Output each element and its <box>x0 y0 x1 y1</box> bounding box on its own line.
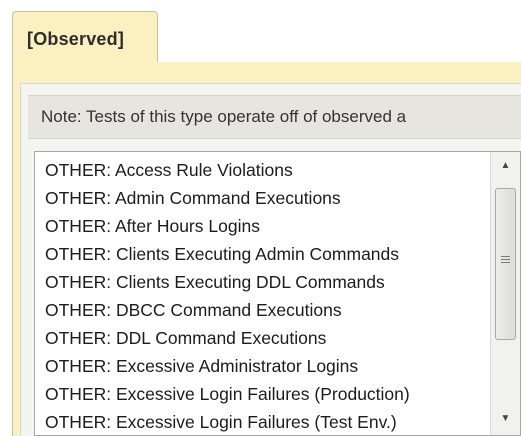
scroll-up-icon[interactable]: ▲ <box>491 154 520 176</box>
grip-icon <box>501 256 510 266</box>
list-item[interactable]: OTHER: Excessive Login Failures (Product… <box>35 380 489 408</box>
scroll-thumb[interactable] <box>495 188 516 340</box>
tab-label: [Observed] <box>27 29 125 49</box>
list-item[interactable]: OTHER: Access Rule Violations <box>35 156 489 184</box>
list-item[interactable]: OTHER: Excessive Administrator Logins <box>35 352 489 380</box>
list-item[interactable]: OTHER: DBCC Command Executions <box>35 296 489 324</box>
note-text: Note: Tests of this type operate off of … <box>41 107 407 126</box>
test-listbox[interactable]: OTHER: Access Rule Violations OTHER: Adm… <box>34 151 521 436</box>
note-bar: Note: Tests of this type operate off of … <box>28 95 521 139</box>
tab-observed[interactable]: [Observed] <box>12 11 158 62</box>
list-item[interactable]: OTHER: Clients Executing Admin Commands <box>35 240 489 268</box>
list-item[interactable]: OTHER: After Hours Logins <box>35 212 489 240</box>
vertical-scrollbar[interactable]: ▲ ▼ <box>490 152 520 435</box>
tab-strip: [Observed] <box>0 0 521 62</box>
window: [Observed] Note: Tests of this type oper… <box>0 0 521 436</box>
list-item[interactable]: OTHER: Clients Executing DDL Commands <box>35 268 489 296</box>
list-item[interactable]: OTHER: DDL Command Executions <box>35 324 489 352</box>
list-item[interactable]: OTHER: Admin Command Executions <box>35 184 489 212</box>
scroll-down-icon[interactable]: ▼ <box>491 407 520 429</box>
list-item[interactable]: OTHER: Excessive Login Failures (Test En… <box>35 408 489 435</box>
list-items: OTHER: Access Rule Violations OTHER: Adm… <box>35 156 489 435</box>
